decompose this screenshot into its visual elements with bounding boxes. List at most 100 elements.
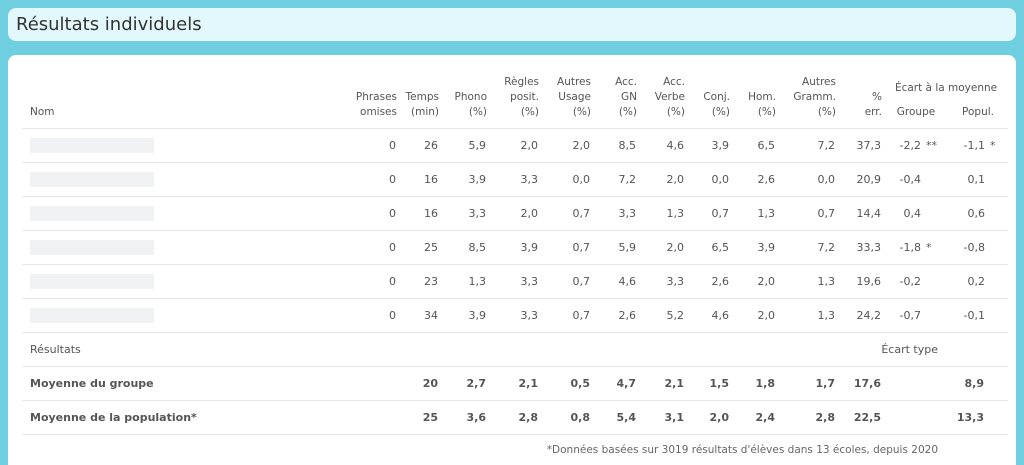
cell-phono: 8,5 <box>441 230 489 265</box>
cell-gn: 7,2 <box>593 162 639 197</box>
student-name-cell <box>22 298 334 333</box>
title-bar: Résultats individuels <box>8 8 1016 41</box>
cell-verbe: 1,3 <box>639 196 687 231</box>
cell-popul: -0,1 <box>948 298 988 333</box>
table-row: 0 16 3,3 2,0 0,7 3,3 1,3 0,7 1,3 0,7 14,4 0,4 0,6 <box>22 196 1009 231</box>
significance-groupe <box>924 196 948 231</box>
col-header-acc-verbe: Acc. Verbe (%) <box>654 76 685 118</box>
student-name-cell <box>22 162 334 197</box>
cell-conj: 0,0 <box>687 162 732 197</box>
redacted-name <box>30 308 154 323</box>
cell-conj: 6,5 <box>687 230 732 265</box>
cell-groupe: 0,4 <box>884 196 924 231</box>
cell-regles: 3,3 <box>489 162 541 197</box>
footnote: *Données basées sur 3019 résultats d'élè… <box>546 444 938 456</box>
cell-conj: 0,7 <box>687 196 732 231</box>
table-row: 0 25 8,5 3,9 0,7 5,9 2,0 6,5 3,9 7,2 33,3 -1,8 * -0,8 <box>22 230 1009 265</box>
cell-hom: 6,5 <box>732 128 778 163</box>
cell-phrases: 0 <box>334 162 399 197</box>
col-header-autres-usage: Autres Usage (%) <box>557 76 591 118</box>
cell-regles: 3,3 <box>489 298 541 333</box>
cell-regles: 2,0 <box>489 128 541 163</box>
cell-verbe: 4,6 <box>639 128 687 163</box>
cell-gramm: 7,2 <box>778 128 838 163</box>
redacted-name <box>30 172 154 187</box>
col-header-groupe: Groupe <box>896 106 936 118</box>
col-header-popul: Popul. <box>962 106 994 118</box>
cell-temps: 16 <box>399 196 441 231</box>
significance-popul <box>988 230 1009 265</box>
cell-groupe: -0,7 <box>884 298 924 333</box>
results-label-row: Résultats Écart type <box>22 332 1009 367</box>
cell-popul: 0,6 <box>948 196 988 231</box>
pop-ecart-type: 13,3 <box>884 400 988 435</box>
ecart-type-label: Écart type <box>838 332 948 367</box>
cell-conj: 4,6 <box>687 298 732 333</box>
cell-phrases: 0 <box>334 298 399 333</box>
cell-gn: 8,5 <box>593 128 639 163</box>
col-header-phono: Phono (%) <box>454 91 488 118</box>
significance-groupe: * <box>924 230 948 265</box>
cell-hom: 2,0 <box>732 264 778 299</box>
cell-phrases: 0 <box>334 230 399 265</box>
col-header-phrases: Phrases omises <box>355 91 397 118</box>
significance-popul <box>988 162 1009 197</box>
col-header-autres-gramm: Autres Gramm. (%) <box>793 76 836 118</box>
cell-gn: 4,6 <box>593 264 639 299</box>
cell-err: 33,3 <box>838 230 884 265</box>
redacted-name <box>30 274 154 289</box>
cell-groupe: -2,2 <box>884 128 924 163</box>
cell-gramm: 0,0 <box>778 162 838 197</box>
student-name-cell <box>22 128 334 163</box>
student-name-cell <box>22 196 334 231</box>
table-row: 0 34 3,9 3,3 0,7 2,6 5,2 4,6 2,0 1,3 24,2 -0,7 -0,1 <box>22 298 1009 333</box>
cell-phono: 3,3 <box>441 196 489 231</box>
significance-popul: * <box>988 128 1009 163</box>
col-header-name: Nom <box>30 106 55 118</box>
cell-hom: 3,9 <box>732 230 778 265</box>
significance-groupe <box>924 162 948 197</box>
cell-err: 20,9 <box>838 162 884 197</box>
cell-temps: 16 <box>399 162 441 197</box>
cell-temps: 26 <box>399 128 441 163</box>
page-title: Résultats individuels <box>16 14 202 35</box>
col-header-acc-gn: Acc. GN (%) <box>615 76 637 118</box>
cell-err: 37,3 <box>838 128 884 163</box>
cell-temps: 23 <box>399 264 441 299</box>
cell-regles: 2,0 <box>489 196 541 231</box>
cell-hom: 2,6 <box>732 162 778 197</box>
cell-gn: 3,3 <box>593 196 639 231</box>
cell-popul: -0,8 <box>948 230 988 265</box>
cell-groupe: -0,4 <box>884 162 924 197</box>
cell-gramm: 0,7 <box>778 196 838 231</box>
cell-temps: 25 <box>399 230 441 265</box>
student-name-cell <box>22 230 334 265</box>
cell-popul: -1,1 <box>948 128 988 163</box>
cell-regles: 3,9 <box>489 230 541 265</box>
results-table: Nom Phrases omises Temps (min) Phono (%) Rè… <box>22 75 1009 435</box>
table-header-row: Nom Phrases omises Temps (min) Phono (%) Rè… <box>22 75 1008 118</box>
table-row: 0 26 5,9 2,0 2,0 8,5 4,6 3,9 6,5 7,2 37,3 -2,2 ** -1,… <box>22 128 1009 163</box>
cell-popul: 0,1 <box>948 162 988 197</box>
cell-err: 19,6 <box>838 264 884 299</box>
significance-popul <box>988 264 1009 299</box>
cell-usage: 0,7 <box>541 264 593 299</box>
cell-conj: 3,9 <box>687 128 732 163</box>
results-label: Résultats <box>22 332 838 367</box>
cell-phrases: 0 <box>334 264 399 299</box>
group-mean-row: Moyenne du groupe 20 2,7 2,1 0,5 4,7 2,1… <box>22 366 1009 401</box>
cell-gn: 5,9 <box>593 230 639 265</box>
redacted-name <box>30 138 154 153</box>
table-row: 0 16 3,9 3,3 0,0 7,2 2,0 0,0 2,6 0,0 20,9 -0,4 0,1 <box>22 162 1009 197</box>
cell-usage: 2,0 <box>541 128 593 163</box>
group-ecart-type: 8,9 <box>884 366 988 401</box>
cell-verbe: 2,0 <box>639 162 687 197</box>
cell-hom: 1,3 <box>732 196 778 231</box>
cell-err: 24,2 <box>838 298 884 333</box>
cell-conj: 2,6 <box>687 264 732 299</box>
table-row: 0 23 1,3 3,3 0,7 4,6 3,3 2,6 2,0 1,3 19,6 -0,2 0,2 <box>22 264 1009 299</box>
results-panel: Nom Phrases omises Temps (min) Phono (%) Rè… <box>8 55 1016 465</box>
cell-usage: 0,7 <box>541 196 593 231</box>
cell-verbe: 3,3 <box>639 264 687 299</box>
significance-popul <box>988 196 1009 231</box>
